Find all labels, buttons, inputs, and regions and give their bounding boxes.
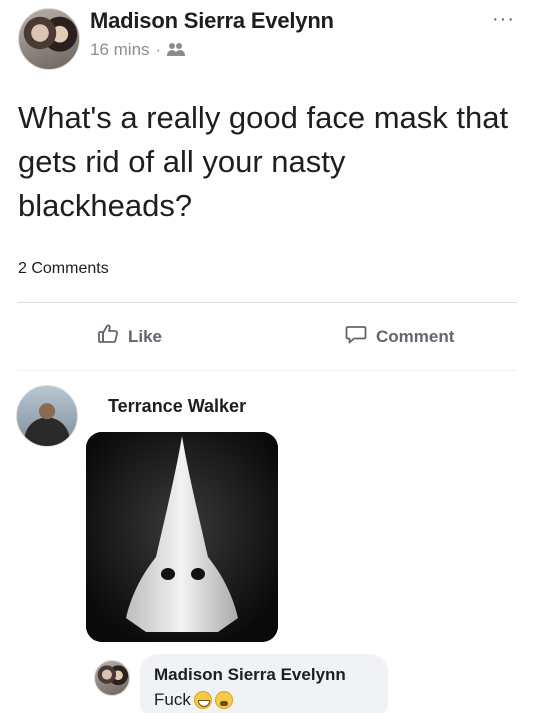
comment-bubble: Madison Sierra Evelynn Fuck <box>140 654 388 713</box>
post-header: Madison Sierra Evelynn 16 mins · ··· <box>0 0 535 80</box>
meta-separator: · <box>155 40 162 59</box>
divider <box>18 302 517 303</box>
author-avatar[interactable] <box>18 8 80 70</box>
commenter-name[interactable]: Terrance Walker <box>108 396 246 417</box>
author-name[interactable]: Madison Sierra Evelynn <box>90 8 334 34</box>
like-button[interactable]: Like <box>96 322 162 351</box>
post-meta: 16 mins · <box>90 40 187 60</box>
divider <box>18 370 517 371</box>
thumbs-up-icon <box>96 322 120 351</box>
comment-body: Fuck <box>154 690 191 709</box>
comment-count[interactable]: 2 Comments <box>18 260 109 278</box>
action-bar: Like Comment <box>0 318 535 358</box>
post-time[interactable]: 16 mins <box>90 40 150 60</box>
crying-face-emoji <box>214 691 233 709</box>
commenter-avatar[interactable] <box>94 660 130 696</box>
friends-icon <box>167 43 187 57</box>
commenter-avatar[interactable] <box>16 385 78 447</box>
commenter-name[interactable]: Madison Sierra Evelynn <box>154 665 346 685</box>
laughing-face-emoji <box>193 691 212 709</box>
comment-text: Fuck <box>154 690 233 710</box>
comment-button[interactable]: Comment <box>344 322 454 351</box>
more-options-button[interactable]: ··· <box>492 8 515 31</box>
comment-photo[interactable] <box>86 432 278 642</box>
like-label: Like <box>128 326 163 346</box>
speech-bubble-icon <box>344 322 368 351</box>
post-text: What's a really good face mask that gets… <box>18 100 509 223</box>
comment-label: Comment <box>376 326 455 346</box>
